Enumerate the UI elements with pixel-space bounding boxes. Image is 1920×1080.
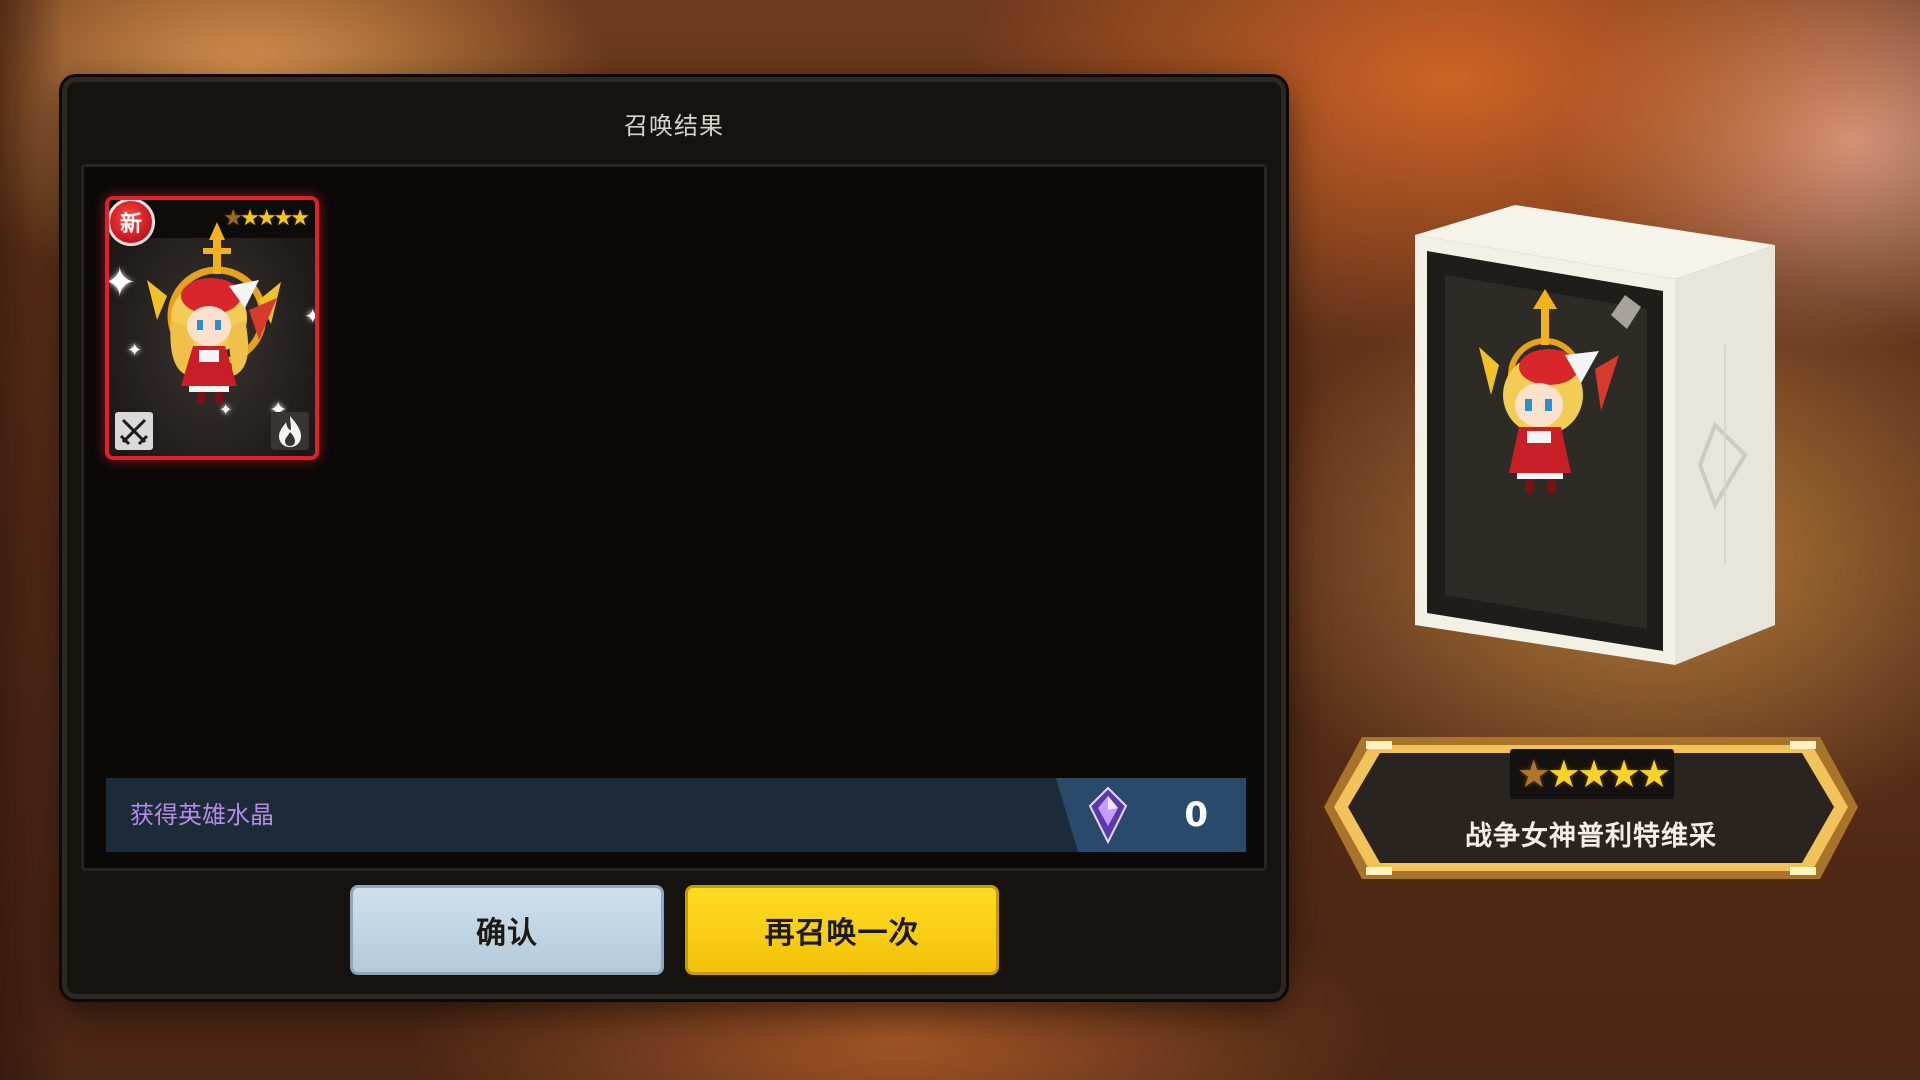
result-panel: ✦ ✦ ✦ ✦ ✦ 新 ★★★★★ [81,164,1267,871]
star-icon: ★ [256,206,277,231]
star-icon: ★ [1516,752,1551,796]
hero-star-rating: ★ ★ ★ ★ ★ [1510,749,1674,799]
sparkle-icon: ✦ [219,400,233,419]
hero-name: 战争女神普利特维采 [1465,821,1717,852]
confirm-button[interactable]: 确认 [350,885,664,975]
resummon-button[interactable]: 再召唤一次 [685,885,999,975]
fire-icon [271,412,309,450]
hero-display-box [1415,205,1775,665]
background-shade [0,0,64,1080]
card-star-rating: ★★★★★ [223,206,310,231]
star-icon: ★ [1576,752,1611,796]
crystal-label: 获得英雄水晶 [130,801,274,829]
crystal-icon [1088,786,1128,844]
crystal-count: 0 [1184,795,1208,835]
star-icon: ★ [273,206,294,231]
star-icon: ★ [1637,752,1671,796]
new-badge: 新 [109,200,155,246]
sparkle-icon: ✦ [105,260,137,306]
sword-icon [115,412,153,450]
dialog-title: 召唤结果 [624,111,724,140]
sparkle-icon: ✦ [127,340,143,361]
summon-result-dialog: 召唤结果 ✦ ✦ ✦ ✦ 新 ★★★★★ 获得英雄水晶 0 确认 再召唤一次 [62,77,1286,999]
sparkle-icon: ✦ [304,304,315,328]
star-icon: ★ [240,206,260,231]
star-icon: ★ [290,206,310,231]
star-icon: ★ [1607,752,1641,796]
hero-card[interactable]: ✦ ✦ ✦ ✦ ✦ 新 ★★★★★ [105,196,319,460]
star-icon: ★ [1546,752,1581,796]
hero-crystal-bar: 获得英雄水晶 0 [106,778,1246,852]
star-icon: ★ [223,206,243,231]
crystal-count-box: 0 [1056,778,1246,852]
